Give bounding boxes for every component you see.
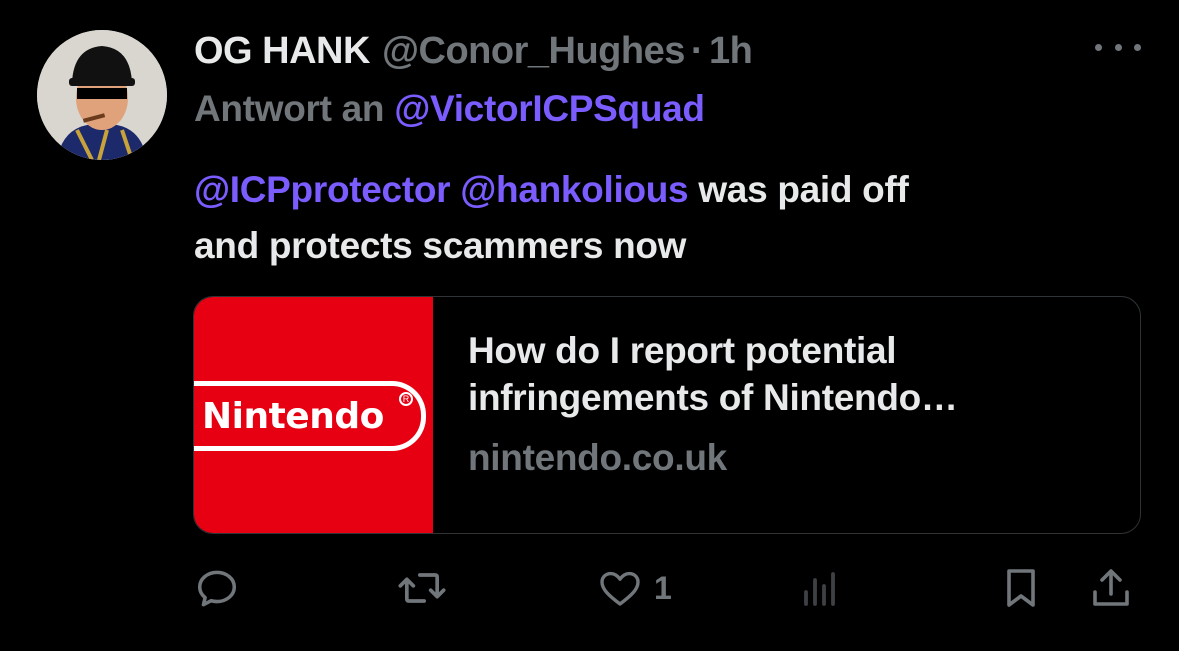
- tweet-text-line-1: @ICPprotector @hankolious was paid off: [194, 162, 1134, 218]
- bookmark-icon: [1007, 569, 1035, 607]
- bookmark-button[interactable]: [997, 560, 1045, 616]
- card-thumbnail: Nintendo R: [194, 297, 433, 533]
- more-icon[interactable]: [1095, 34, 1141, 60]
- nintendo-logo: Nintendo R: [194, 381, 426, 451]
- separator-dot: ·: [690, 29, 704, 72]
- card-domain: nintendo.co.uk: [468, 437, 727, 478]
- card-body: How do I report potential infringements …: [468, 327, 1108, 479]
- timestamp[interactable]: 1h: [709, 30, 753, 73]
- nintendo-logo-text: Nintendo: [202, 395, 384, 437]
- more-dot: [1134, 43, 1141, 51]
- share-icon: [1093, 569, 1129, 606]
- action-bar: 1: [0, 560, 1179, 620]
- reply-context: Antwort an @VictorICPSquad: [194, 86, 705, 132]
- reply-icon: [197, 570, 237, 607]
- views-icon: [804, 572, 835, 606]
- mention-icpprotector[interactable]: @ICPprotector: [194, 169, 451, 210]
- more-dot: [1114, 43, 1122, 51]
- card-title: How do I report potential infringements …: [468, 330, 958, 418]
- reply-button[interactable]: [192, 560, 242, 616]
- tweet-text-rest: was paid off: [698, 169, 909, 210]
- views-button[interactable]: [796, 560, 844, 616]
- link-card[interactable]: Nintendo R How do I report potential inf…: [193, 296, 1141, 534]
- tweet-text: @ICPprotector @hankolious was paid off a…: [194, 162, 1134, 274]
- tweet-text-line-2: and protects scammers now: [194, 225, 687, 266]
- registered-icon: R: [399, 392, 413, 406]
- avatar[interactable]: [37, 30, 167, 160]
- reply-prefix: Antwort an: [194, 88, 385, 129]
- like-button[interactable]: 1: [596, 560, 672, 616]
- reply-to-mention[interactable]: @VictorICPSquad: [394, 88, 705, 130]
- like-icon: [600, 571, 640, 606]
- tweet-header: OG HANK @Conor_Hughes · 1h: [194, 26, 1094, 76]
- user-handle[interactable]: @Conor_Hughes: [382, 30, 685, 73]
- mention-hankolious[interactable]: @hankolious: [460, 169, 688, 210]
- like-count: 1: [654, 569, 672, 606]
- display-name[interactable]: OG HANK: [194, 30, 370, 73]
- more-dot: [1095, 43, 1102, 51]
- avatar-image: [37, 30, 167, 160]
- retweet-button[interactable]: [396, 560, 448, 616]
- share-button[interactable]: [1087, 560, 1135, 616]
- retweet-icon: [398, 573, 446, 603]
